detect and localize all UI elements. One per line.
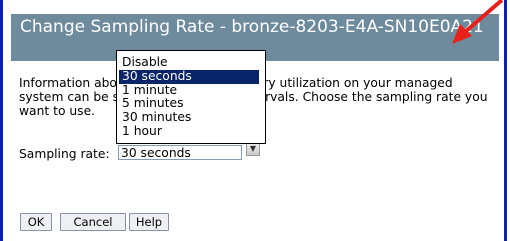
option-1-hour[interactable]: 1 hour (119, 124, 259, 139)
option-1-minute[interactable]: 1 minute (119, 83, 259, 98)
option-5-minutes[interactable]: 5 minutes (119, 97, 259, 111)
chevron-down-icon[interactable]: ▼ (246, 142, 260, 156)
sampling-rate-dropdown[interactable]: Disable 30 seconds 1 minute 5 minutes 30… (116, 50, 266, 144)
option-30-minutes[interactable]: 30 minutes (119, 110, 259, 125)
sampling-rate-select[interactable]: 30 seconds (118, 145, 242, 160)
option-disable[interactable]: Disable (119, 55, 259, 70)
option-30-seconds[interactable]: 30 seconds (119, 69, 259, 84)
red-arrow-icon (452, 0, 504, 44)
ok-button[interactable]: OK (20, 213, 52, 231)
help-button[interactable]: Help (129, 213, 169, 231)
sampling-rate-label: Sampling rate: (19, 147, 110, 161)
cancel-button[interactable]: Cancel (60, 213, 126, 231)
dialog-title: Change Sampling Rate - bronze-8203-E4A-S… (20, 17, 484, 37)
